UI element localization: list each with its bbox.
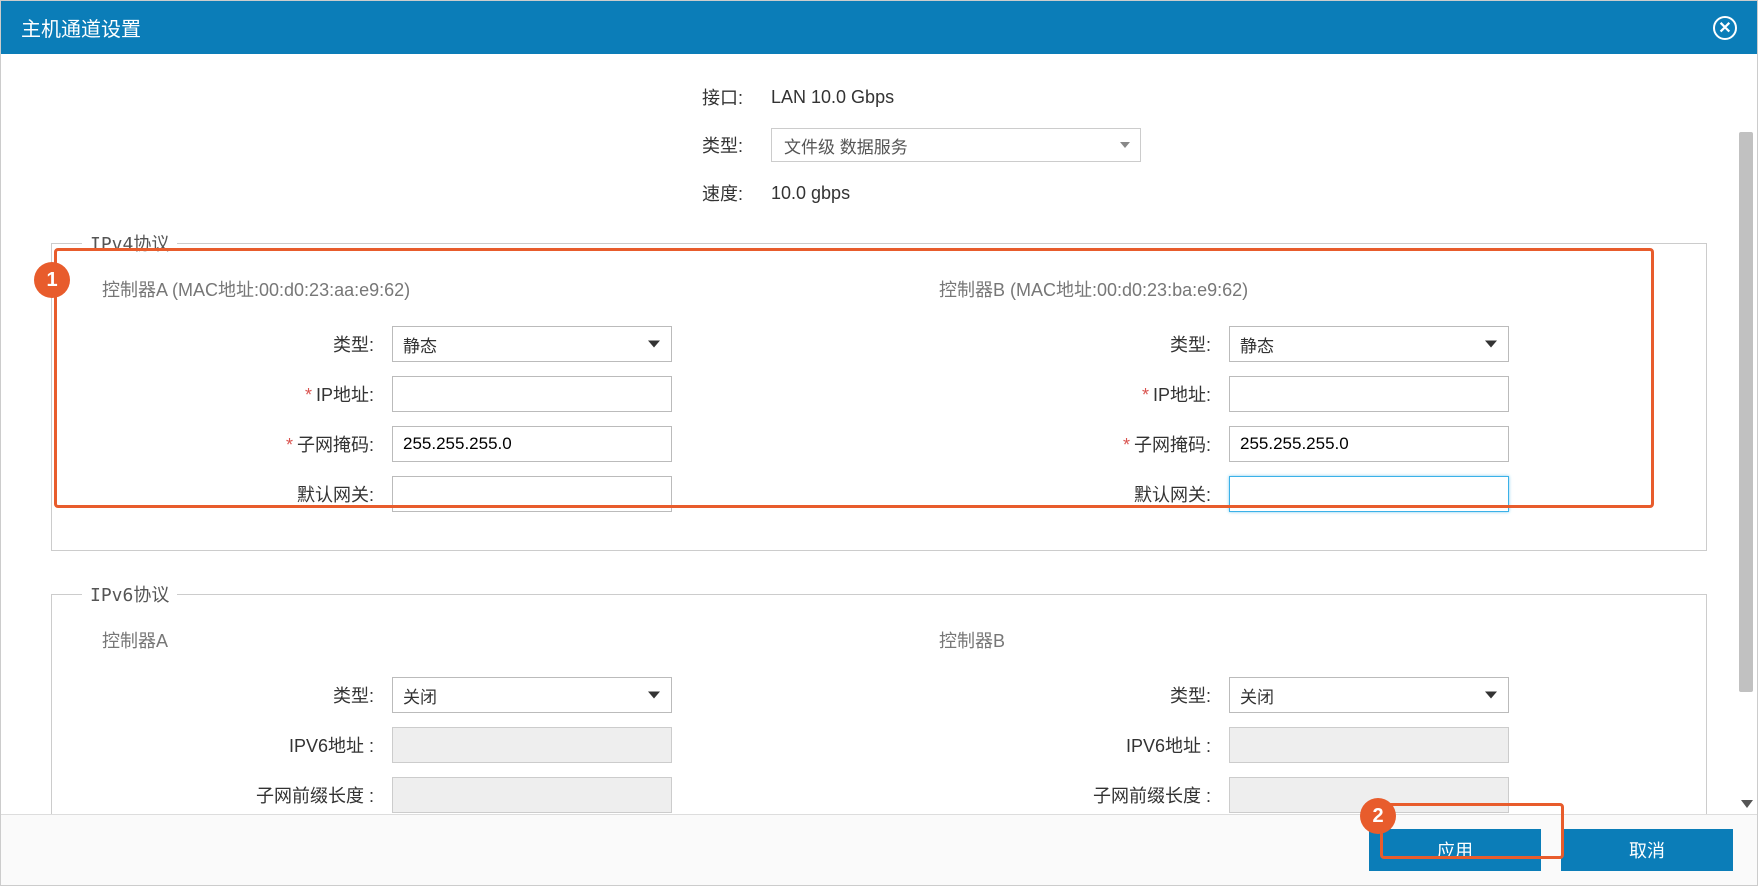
top-info-section: 接口: LAN 10.0 Gbps 类型: 文件级 数据服务 速度: 10.0 … bbox=[51, 84, 1707, 206]
controller-a-ip-row: *IP地址: bbox=[82, 376, 839, 412]
controller-a-type-row: 类型: 静态 bbox=[82, 326, 839, 362]
type-row: 类型: 文件级 数据服务 bbox=[51, 128, 1707, 162]
interface-value: LAN 10.0 Gbps bbox=[771, 87, 894, 108]
interface-row: 接口: LAN 10.0 Gbps bbox=[51, 84, 1707, 110]
scrollbar-down-icon[interactable] bbox=[1741, 800, 1753, 808]
ipv6-b-prefix-label: 子网前缀长度 : bbox=[919, 782, 1229, 808]
controller-a-title: 控制器A (MAC地址:00:d0:23:aa:e9:62) bbox=[82, 276, 839, 302]
ipv6-a-prefix-row: 子网前缀长度 : bbox=[82, 777, 839, 813]
controller-a-type-label: 类型: bbox=[82, 331, 392, 357]
apply-button[interactable]: 应用 bbox=[1369, 829, 1541, 871]
ipv6-controller-b-title: 控制器B bbox=[919, 627, 1676, 653]
service-type-value: 文件级 数据服务 bbox=[784, 133, 908, 158]
ipv6-fieldset: IPv6协议 控制器A 类型: 关闭 IPV6地址 : bbox=[51, 581, 1707, 814]
ipv4-controller-a: 控制器A (MAC地址:00:d0:23:aa:e9:62) 类型: 静态 *I… bbox=[82, 276, 839, 526]
controller-a-ip-label: *IP地址: bbox=[82, 381, 392, 407]
ipv6-controller-a-title: 控制器A bbox=[82, 627, 839, 653]
ipv6-a-type-row: 类型: 关闭 bbox=[82, 677, 839, 713]
ipv6-a-prefix-input bbox=[392, 777, 672, 813]
controller-b-gateway-row: 默认网关: bbox=[919, 476, 1676, 512]
ipv6-a-type-label: 类型: bbox=[82, 682, 392, 708]
controller-a-type-select[interactable]: 静态 bbox=[392, 326, 672, 362]
controller-a-gateway-label: 默认网关: bbox=[82, 481, 392, 507]
cancel-button[interactable]: 取消 bbox=[1561, 829, 1733, 871]
annotation-callout-2: 2 bbox=[1360, 798, 1396, 834]
ipv4-fieldset: IPv4协议 控制器A (MAC地址:00:d0:23:aa:e9:62) 类型… bbox=[51, 230, 1707, 551]
controller-b-type-select[interactable]: 静态 bbox=[1229, 326, 1509, 362]
speed-value: 10.0 gbps bbox=[771, 183, 850, 204]
controller-b-mask-label: *子网掩码: bbox=[919, 431, 1229, 457]
ipv6-b-address-row: IPV6地址 : bbox=[919, 727, 1676, 763]
controller-b-ip-label: *IP地址: bbox=[919, 381, 1229, 407]
ipv4-controllers: 控制器A (MAC地址:00:d0:23:aa:e9:62) 类型: 静态 *I… bbox=[82, 276, 1676, 526]
annotation-callout-1: 1 bbox=[34, 262, 70, 298]
speed-label: 速度: bbox=[51, 180, 771, 206]
ipv6-controller-a: 控制器A 类型: 关闭 IPV6地址 : 子网前 bbox=[82, 627, 839, 814]
controller-b-ip-input[interactable] bbox=[1229, 376, 1509, 412]
ipv4-controller-b: 控制器B (MAC地址:00:d0:23:ba:e9:62) 类型: 静态 *I… bbox=[919, 276, 1676, 526]
dialog-footer: 应用 取消 bbox=[1, 814, 1757, 885]
ipv6-b-type-label: 类型: bbox=[919, 682, 1229, 708]
close-icon[interactable]: ✕ bbox=[1713, 16, 1737, 40]
controller-b-mask-input[interactable] bbox=[1229, 426, 1509, 462]
dialog-header: 主机通道设置 ✕ bbox=[1, 1, 1757, 54]
ipv6-controller-b: 控制器B 类型: 关闭 IPV6地址 : 子网前 bbox=[919, 627, 1676, 814]
controller-b-mask-row: *子网掩码: bbox=[919, 426, 1676, 462]
host-channel-settings-dialog: 主机通道设置 ✕ 接口: LAN 10.0 Gbps 类型: 文件级 数据服务 … bbox=[0, 0, 1758, 886]
ipv6-a-address-row: IPV6地址 : bbox=[82, 727, 839, 763]
controller-a-gateway-row: 默认网关: bbox=[82, 476, 839, 512]
ipv6-b-prefix-row: 子网前缀长度 : bbox=[919, 777, 1676, 813]
ipv6-b-address-label: IPV6地址 : bbox=[919, 732, 1229, 758]
interface-label: 接口: bbox=[51, 84, 771, 110]
controller-a-gateway-input[interactable] bbox=[392, 476, 672, 512]
ipv6-b-type-row: 类型: 关闭 bbox=[919, 677, 1676, 713]
controller-a-mask-label: *子网掩码: bbox=[82, 431, 392, 457]
ipv6-b-address-input bbox=[1229, 727, 1509, 763]
ipv6-a-prefix-label: 子网前缀长度 : bbox=[82, 782, 392, 808]
controller-b-type-row: 类型: 静态 bbox=[919, 326, 1676, 362]
dialog-title: 主机通道设置 bbox=[21, 13, 141, 42]
ipv6-a-type-select[interactable]: 关闭 bbox=[392, 677, 672, 713]
ipv4-legend: IPv4协议 bbox=[82, 230, 177, 256]
ipv6-legend: IPv6协议 bbox=[82, 581, 177, 607]
controller-b-ip-row: *IP地址: bbox=[919, 376, 1676, 412]
controller-a-ip-input[interactable] bbox=[392, 376, 672, 412]
controller-a-mask-row: *子网掩码: bbox=[82, 426, 839, 462]
controller-b-gateway-label: 默认网关: bbox=[919, 481, 1229, 507]
dialog-body: 接口: LAN 10.0 Gbps 类型: 文件级 数据服务 速度: 10.0 … bbox=[1, 54, 1757, 814]
scrollbar-thumb[interactable] bbox=[1739, 132, 1753, 692]
controller-b-gateway-input[interactable] bbox=[1229, 476, 1509, 512]
speed-row: 速度: 10.0 gbps bbox=[51, 180, 1707, 206]
ipv6-controllers: 控制器A 类型: 关闭 IPV6地址 : 子网前 bbox=[82, 627, 1676, 814]
ipv6-b-type-select[interactable]: 关闭 bbox=[1229, 677, 1509, 713]
type-label-top: 类型: bbox=[51, 132, 771, 158]
controller-b-title: 控制器B (MAC地址:00:d0:23:ba:e9:62) bbox=[919, 276, 1676, 302]
controller-a-mask-input[interactable] bbox=[392, 426, 672, 462]
ipv6-a-address-input bbox=[392, 727, 672, 763]
service-type-select[interactable]: 文件级 数据服务 bbox=[771, 128, 1141, 162]
controller-b-type-label: 类型: bbox=[919, 331, 1229, 357]
ipv6-a-address-label: IPV6地址 : bbox=[82, 732, 392, 758]
